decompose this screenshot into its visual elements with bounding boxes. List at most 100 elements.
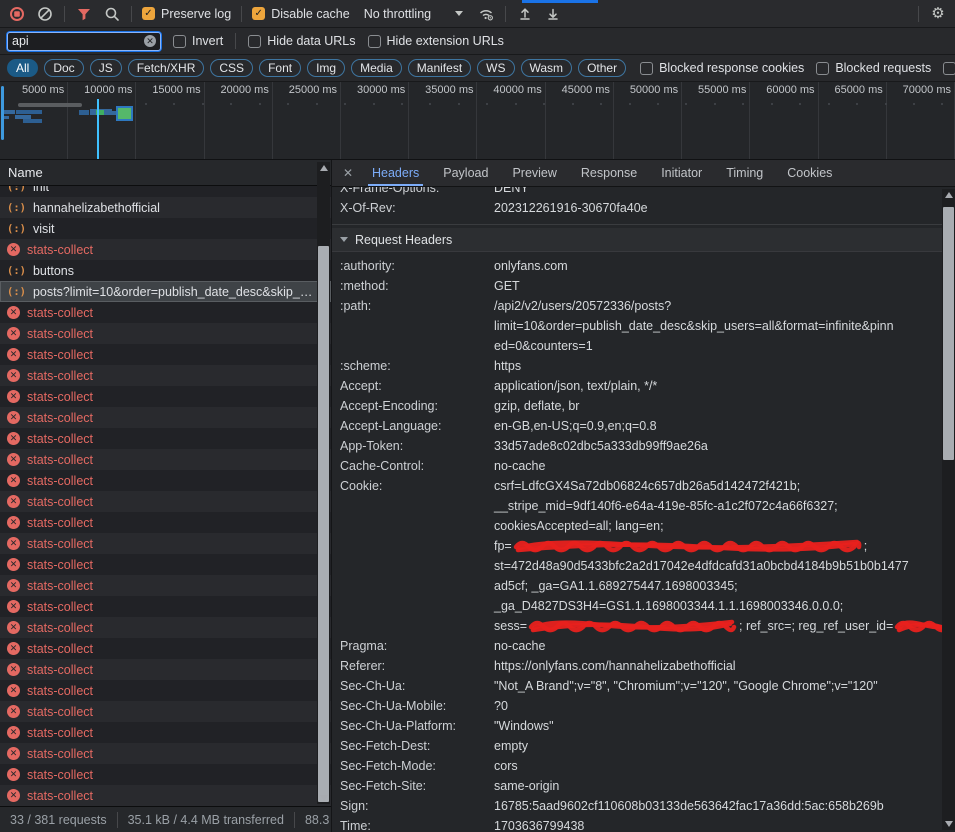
request-row[interactable]: stats-collect [0,491,331,512]
network-conditions-icon [478,6,495,22]
request-row[interactable]: stats-collect [0,512,331,533]
header-value-line: limit=10&order=publish_date_desc&skip_us… [494,316,955,336]
disable-cache-checkbox[interactable]: Disable cache [252,7,350,21]
preserve-log-checkbox[interactable]: Preserve log [142,7,231,21]
tab-cookies[interactable]: Cookies [775,160,844,186]
request-row[interactable]: posts?limit=10&order=publish_date_desc&s… [0,281,331,302]
filter-chip-manifest[interactable]: Manifest [408,59,471,77]
checkbox-3rd-party-requests[interactable]: 3rd-party requests [943,61,955,75]
timeline-tick-label: 5000 ms [0,84,67,96]
tab-initiator[interactable]: Initiator [649,160,714,186]
detail-scrollbar[interactable] [942,189,955,830]
scroll-up-button[interactable] [317,162,330,174]
request-row[interactable]: stats-collect [0,449,331,470]
request-row[interactable]: stats-collect [0,407,331,428]
tab-preview[interactable]: Preview [500,160,568,186]
checkbox-blocked-requests[interactable]: Blocked requests [816,61,931,75]
scrollbar-thumb[interactable] [943,207,954,460]
search-button[interactable] [103,5,121,23]
tab-response[interactable]: Response [569,160,649,186]
header-row: :authority:onlyfans.com [332,256,955,276]
tab-headers[interactable]: Headers [360,160,431,186]
clear-filter-icon[interactable] [144,35,156,47]
name-column-header[interactable]: Name [0,160,331,186]
tab-timing[interactable]: Timing [714,160,775,186]
list-scrollbar[interactable] [317,162,330,804]
request-row[interactable]: stats-collect [0,743,331,764]
request-row[interactable]: stats-collect [0,722,331,743]
tab-payload[interactable]: Payload [431,160,500,186]
request-row[interactable]: stats-collect [0,533,331,554]
clear-button[interactable] [36,5,54,23]
divider [131,6,132,22]
request-row[interactable]: stats-collect [0,617,331,638]
throttling-dropdown[interactable]: No throttling [360,7,467,21]
import-har-button[interactable] [516,5,534,23]
invert-checkbox[interactable]: Invert [173,34,223,48]
request-row[interactable]: init [0,186,331,197]
filter-chip-media[interactable]: Media [351,59,402,77]
scrollbar-thumb[interactable] [318,246,329,802]
filter-input[interactable] [12,34,140,48]
hide-extension-urls-checkbox[interactable]: Hide extension URLs [368,34,504,48]
settings-button[interactable]: ⚙ [929,5,947,23]
checkbox-blocked-response-cookies[interactable]: Blocked response cookies [640,61,804,75]
request-row[interactable]: stats-collect [0,365,331,386]
header-row: :method:GET [332,276,955,296]
hide-data-urls-checkbox[interactable]: Hide data URLs [248,34,355,48]
request-headers-section[interactable]: Request Headers [332,228,955,252]
request-row[interactable]: visit [0,218,331,239]
request-row[interactable]: stats-collect [0,239,331,260]
request-row[interactable]: stats-collect [0,638,331,659]
error-icon [7,579,20,592]
header-name: Sec-Fetch-Mode: [332,756,494,776]
scroll-down-button[interactable] [317,792,330,804]
request-row[interactable]: stats-collect [0,680,331,701]
headers-content: X-Frame-Options:DENYX-Of-Rev:20231226191… [332,187,955,832]
header-value: application/json, text/plain, */* [494,376,955,396]
filter-chip-fetch-xhr[interactable]: Fetch/XHR [128,59,205,77]
close-detail-button[interactable] [336,160,360,186]
timeline-column: 50000 ms [614,82,682,159]
request-row[interactable]: stats-collect [0,386,331,407]
filter-button[interactable] [75,5,93,23]
filter-chip-font[interactable]: Font [259,59,301,77]
request-row[interactable]: stats-collect [0,575,331,596]
record-button[interactable] [8,5,26,23]
header-row: :path:/api2/v2/users/20572336/posts?limi… [332,296,955,356]
filter-input-box[interactable] [7,32,161,51]
filter-chip-all[interactable]: All [7,59,38,77]
request-row[interactable]: hannahelizabethofficial [0,197,331,218]
filter-chip-doc[interactable]: Doc [44,59,83,77]
request-name: stats-collect [27,768,93,782]
filter-chip-css[interactable]: CSS [210,59,253,77]
scroll-up-button[interactable] [942,189,955,201]
filter-chip-ws[interactable]: WS [477,59,514,77]
overview-left-handle[interactable] [1,86,4,140]
header-value: no-cache [494,456,955,476]
filter-chip-other[interactable]: Other [578,59,626,77]
request-row[interactable]: stats-collect [0,659,331,680]
timeline-overview[interactable]: 5000 ms10000 ms15000 ms20000 ms25000 ms3… [0,82,955,160]
redaction-scribble [513,538,863,554]
request-row[interactable]: stats-collect [0,428,331,449]
export-har-button[interactable] [544,5,562,23]
timeline-column: 35000 ms [409,82,477,159]
request-row[interactable]: stats-collect [0,701,331,722]
filter-chip-img[interactable]: Img [307,59,345,77]
request-row[interactable]: stats-collect [0,344,331,365]
request-row[interactable]: stats-collect [0,554,331,575]
filter-chip-js[interactable]: JS [90,59,122,77]
request-row[interactable]: stats-collect [0,764,331,785]
request-row[interactable]: stats-collect [0,596,331,617]
header-name: X-Of-Rev: [332,198,494,218]
filter-chip-wasm[interactable]: Wasm [521,59,573,77]
selected-request-marker [116,106,133,121]
network-conditions-button[interactable] [477,5,495,23]
request-row[interactable]: stats-collect [0,785,331,806]
scroll-down-button[interactable] [942,818,955,830]
request-row[interactable]: stats-collect [0,302,331,323]
request-row[interactable]: buttons [0,260,331,281]
request-row[interactable]: stats-collect [0,470,331,491]
request-row[interactable]: stats-collect [0,323,331,344]
